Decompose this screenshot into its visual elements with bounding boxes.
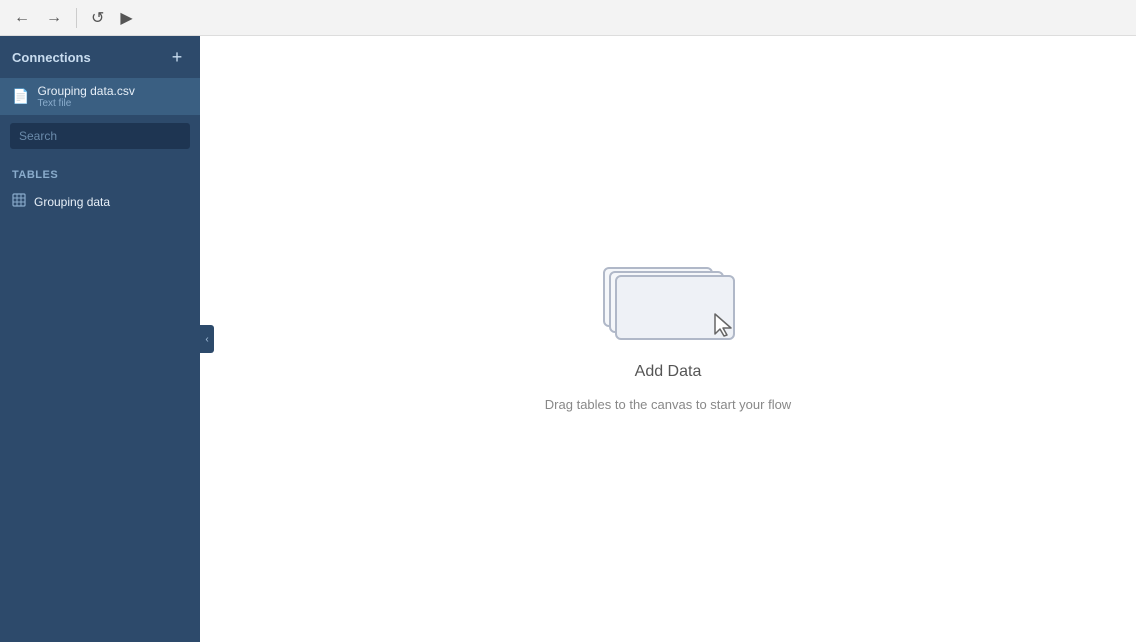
play-button[interactable]: ▶ — [114, 4, 138, 32]
add-connection-button[interactable]: + — [166, 46, 188, 68]
tables-label: Tables — [12, 169, 58, 181]
search-container — [0, 115, 200, 157]
connections-header: Connections + — [0, 36, 200, 78]
canvas: Add Data Drag tables to the canvas to st… — [200, 36, 1136, 642]
reload-button[interactable]: ↺ — [85, 4, 110, 32]
connections-label: Connections — [12, 50, 91, 65]
add-data-subtitle: Drag tables to the canvas to start your … — [545, 397, 791, 412]
back-button[interactable]: ← — [8, 5, 36, 31]
file-icon: 📄 — [12, 88, 29, 105]
toolbar-divider — [76, 8, 77, 28]
table-item[interactable]: Grouping data — [0, 187, 200, 216]
search-wrapper — [10, 123, 190, 149]
table-name: Grouping data — [34, 195, 110, 209]
main-area: Connections + 📄 Grouping data.csv Text f… — [0, 36, 1136, 642]
file-name: Grouping data.csv — [37, 84, 134, 98]
toolbar: ← → ↺ ▶ — [0, 0, 1136, 36]
cursor-icon — [711, 312, 735, 340]
search-icon — [189, 129, 190, 143]
sidebar-collapse-button[interactable]: ‹ — [200, 325, 214, 353]
tables-section: Tables — [0, 157, 200, 187]
search-button[interactable] — [182, 124, 190, 148]
add-data-illustration: Add Data Drag tables to the canvas to st… — [545, 267, 791, 412]
search-input[interactable] — [11, 124, 182, 148]
sidebar: Connections + 📄 Grouping data.csv Text f… — [0, 36, 200, 642]
card-front — [615, 275, 735, 340]
forward-button[interactable]: → — [40, 5, 68, 31]
file-item[interactable]: 📄 Grouping data.csv Text file — [0, 78, 200, 115]
cards-stack — [603, 267, 733, 347]
file-type: Text file — [37, 98, 134, 109]
table-grid-icon — [12, 193, 26, 210]
add-data-title: Add Data — [635, 363, 702, 381]
file-info: Grouping data.csv Text file — [37, 84, 134, 109]
